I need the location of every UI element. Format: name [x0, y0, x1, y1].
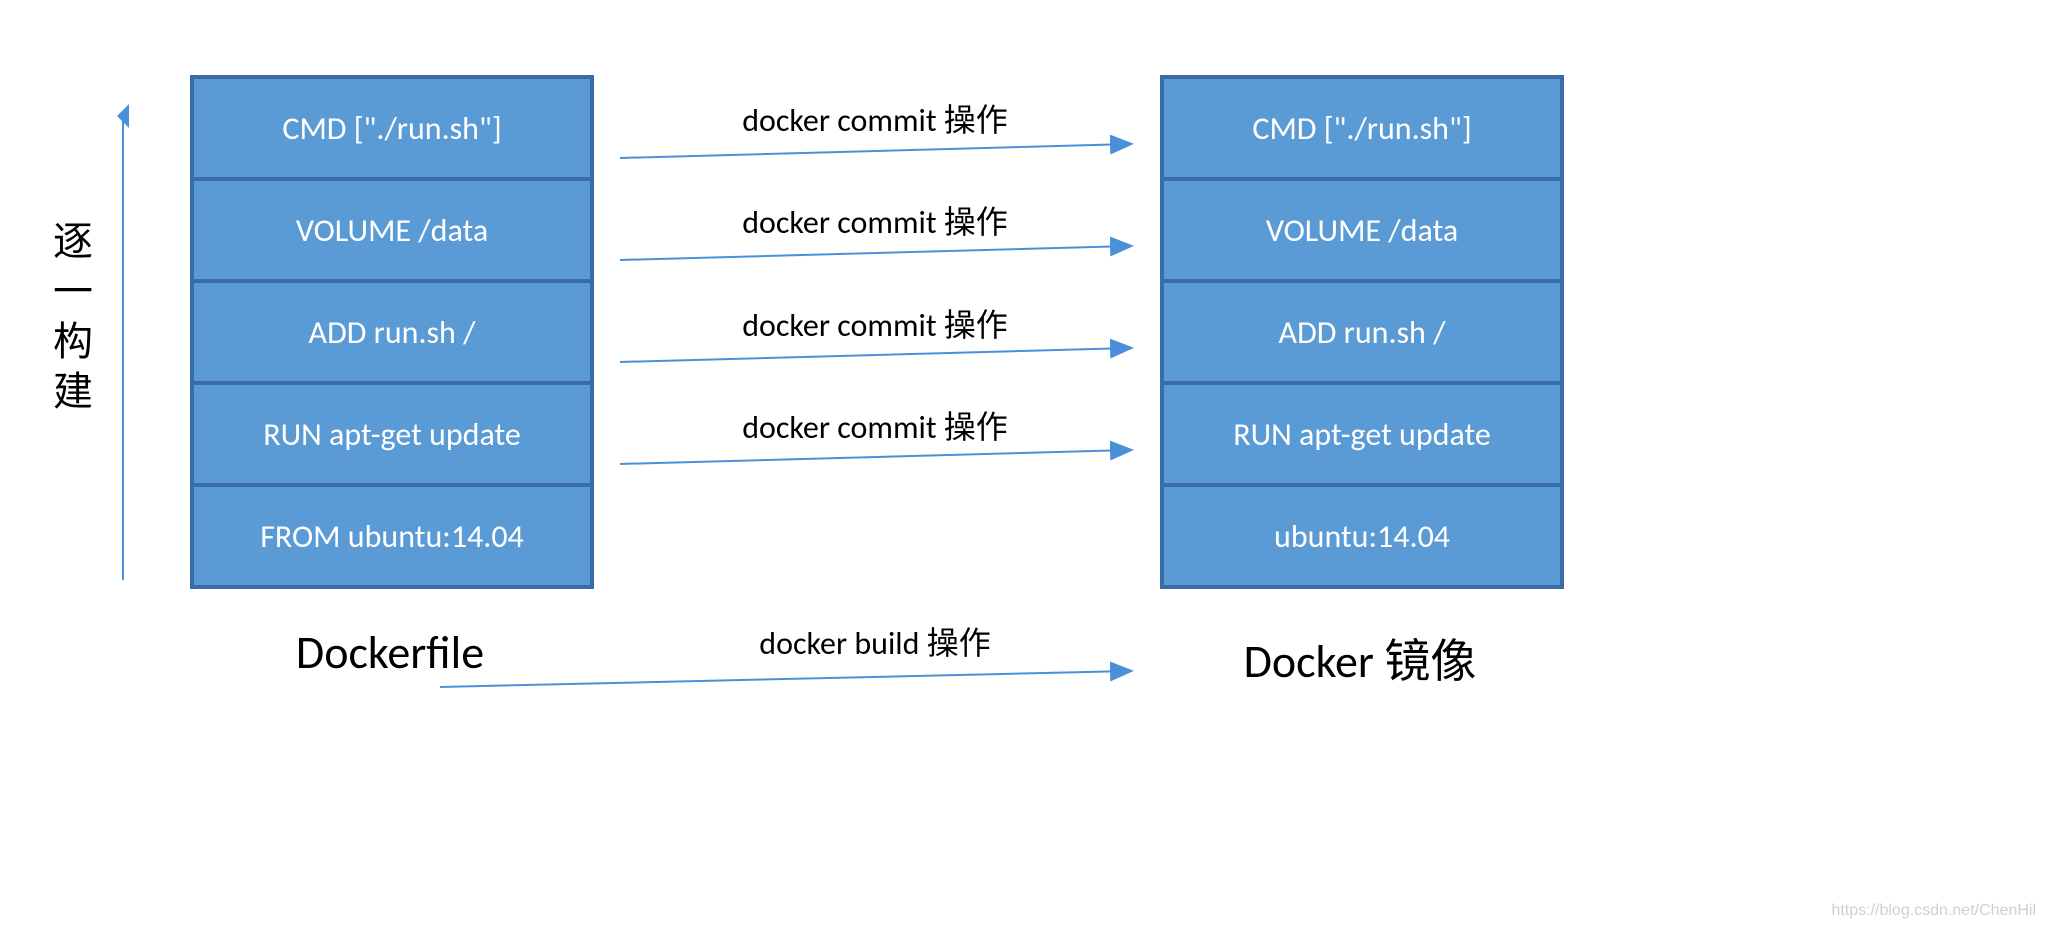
image-layer-volume: VOLUME /data: [1162, 179, 1562, 281]
commit-arrow-4: [620, 444, 1140, 474]
dockerfile-layer-volume: VOLUME /data: [192, 179, 592, 281]
dockerfile-layer-from: FROM ubuntu:14.04: [192, 485, 592, 587]
commit-arrow-2: [620, 240, 1140, 270]
commit-arrow-3: [620, 342, 1140, 372]
build-label: docker build 操作: [640, 618, 1110, 664]
image-layer-add: ADD run.sh /: [1162, 281, 1562, 383]
build-direction-arrow: [108, 110, 138, 590]
build-arrow: [440, 665, 1140, 695]
image-layer-run: RUN apt-get update: [1162, 383, 1562, 485]
watermark: https://blog.csdn.net/ChenHil: [1831, 902, 2036, 920]
image-layer-cmd: CMD ["./run.sh"]: [1162, 77, 1562, 179]
dockerfile-layer-add: ADD run.sh /: [192, 281, 592, 383]
dockerfile-stack: CMD ["./run.sh"] VOLUME /data ADD run.sh…: [190, 75, 594, 589]
dockerfile-layer-cmd: CMD ["./run.sh"]: [192, 77, 592, 179]
image-title: Docker 镜像: [1160, 625, 1560, 691]
commit-label-4: docker commit 操作: [640, 402, 1110, 448]
dockerfile-layer-run: RUN apt-get update: [192, 383, 592, 485]
commit-label-3: docker commit 操作: [640, 300, 1110, 346]
image-stack: CMD ["./run.sh"] VOLUME /data ADD run.sh…: [1160, 75, 1564, 589]
image-layer-base: ubuntu:14.04: [1162, 485, 1562, 587]
build-direction-label: 逐一构建: [40, 220, 98, 420]
commit-label-2: docker commit 操作: [640, 197, 1110, 243]
commit-label-1: docker commit 操作: [640, 95, 1110, 141]
commit-arrow-1: [620, 138, 1140, 168]
